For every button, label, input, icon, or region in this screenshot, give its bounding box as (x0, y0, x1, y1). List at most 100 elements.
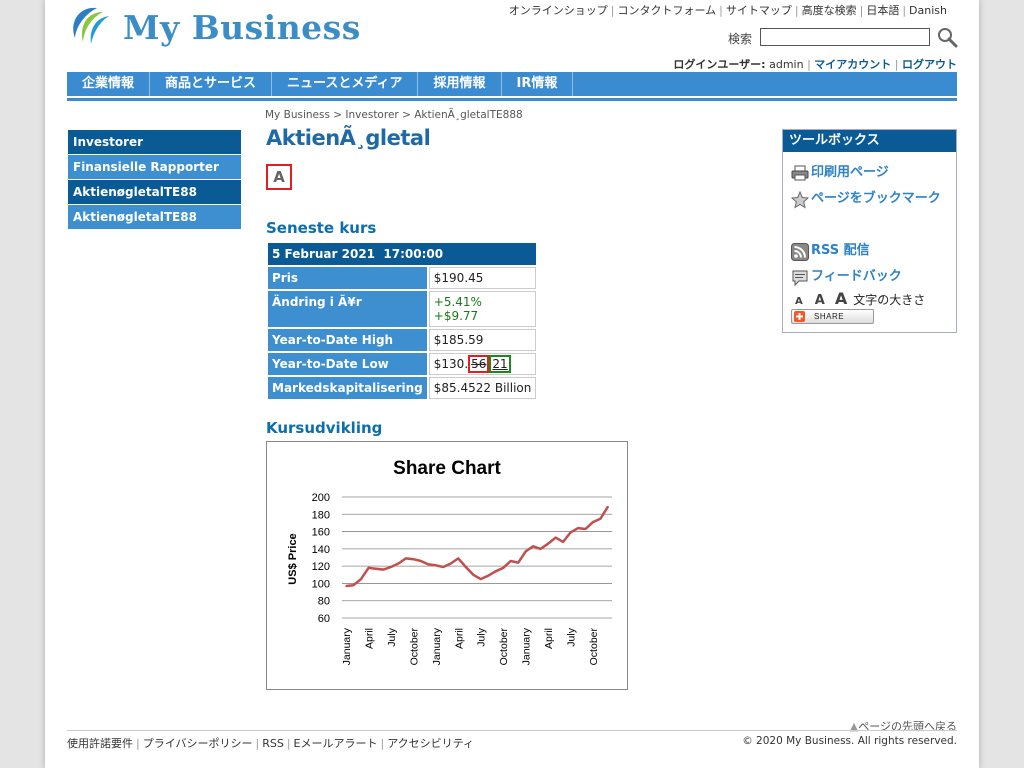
ytd-high-label: Year-to-Date High (268, 329, 427, 351)
utility-nav: オンラインショップ | コンタクトフォーム | サイトマップ | 高度な検索 | 日本語 | Dan… (508, 4, 947, 17)
bookmark-page-link[interactable]: ページをブックマーク (791, 186, 951, 212)
chart-data-point (532, 545, 534, 548)
footer-link-email-alert[interactable]: Eメールアラート (294, 737, 378, 750)
utility-link-online-shop[interactable]: オンラインショップ (509, 4, 608, 17)
ytd-low-value: $130. 56 21 (428, 353, 537, 375)
font-size-large-button[interactable]: A (835, 289, 847, 308)
chart-data-point (569, 531, 572, 534)
font-size-small-button[interactable]: A (795, 296, 803, 307)
chart-data-point (554, 536, 557, 539)
nav-item-products-services[interactable]: 商品とサービス (150, 72, 273, 96)
table-row: Pris $190.45 (268, 267, 537, 289)
price-label: Pris (268, 267, 427, 289)
chart-x-tick-label: July (566, 627, 578, 646)
chart-x-tick-label: January (341, 627, 353, 665)
footer-link-rss[interactable]: RSS (262, 737, 284, 750)
search-label: 検索 (728, 32, 753, 46)
login-bar: ログインユーザー: admin | マイアカウント | ログアウト (673, 58, 957, 71)
chart-data-point (547, 542, 549, 545)
print-page-link[interactable]: 印刷用ページ (791, 160, 889, 186)
toolbox: ツールボックス 印刷用ページ ページをブックマーク RSS 配信 フィードバック… (782, 129, 957, 333)
breadcrumb-investors[interactable]: Investorer (345, 109, 398, 121)
chart-data-point (412, 558, 415, 561)
chart-data-point (502, 567, 504, 569)
breadcrumb-home[interactable]: My Business (265, 109, 330, 121)
footer-divider (67, 730, 957, 731)
sidebar-item-investorer[interactable]: Investorer (68, 130, 241, 154)
breadcrumb-current: AktienÃ¸gletalTE888 (414, 109, 523, 121)
chart-data-point (442, 566, 445, 568)
utility-link-advanced-search[interactable]: 高度な検索 (802, 4, 857, 17)
ytd-low-prefix: $130. (433, 357, 469, 371)
login-username: admin (769, 58, 804, 71)
breadcrumb: My Business > Investorer > AktienÃ¸gleta… (265, 109, 523, 121)
sidebar-item-aktienogletal-2[interactable]: AktienøgletalTE88 (68, 205, 241, 229)
toolbox-title: ツールボックス (783, 130, 956, 152)
back-to-top-label: ページの先頭へ戻る (858, 720, 957, 733)
utility-link-contact-form[interactable]: コンタクトフォーム (618, 4, 717, 17)
footer-link-terms[interactable]: 使用許諾要件 (67, 737, 133, 750)
share-label: SHARE (814, 312, 845, 321)
chart-data-point (577, 527, 579, 529)
logo[interactable] (67, 4, 115, 52)
share-button[interactable]: SHARE (791, 309, 874, 324)
chart-data-point (584, 528, 587, 530)
chart-y-tick-label: 180 (312, 509, 330, 521)
nav-item-ir-info[interactable]: IR情報 (502, 72, 574, 96)
chart-data-point (464, 566, 467, 568)
utility-link-sitemap[interactable]: サイトマップ (726, 4, 792, 17)
chart-data-point (524, 550, 527, 553)
chart-x-tick-label: January (431, 627, 443, 665)
logout-link[interactable]: ログアウト (902, 58, 957, 71)
feedback-link[interactable]: フィードバック (791, 264, 902, 290)
chart-data-point (592, 521, 594, 523)
search-input[interactable] (760, 28, 930, 46)
my-account-link[interactable]: マイアカウント (814, 58, 891, 71)
footer-links: 使用許諾要件 | プライバシーポリシー | RSS | Eメールアラート | アクセシビリティ (67, 737, 475, 750)
chart-data-point (494, 570, 497, 573)
rss-feed-link[interactable]: RSS 配信 (791, 238, 870, 264)
chart-y-tick-label: 60 (318, 613, 330, 625)
price-value: $190.45 (428, 267, 537, 289)
feedback-label: フィードバック (811, 269, 902, 284)
rss-feed-label: RSS 配信 (811, 243, 870, 258)
chart-title: Share Chart (393, 458, 501, 479)
search-button[interactable] (936, 26, 958, 48)
chart-data-point (382, 568, 385, 571)
back-to-top-link[interactable]: ▲ページの先頭へ戻る (850, 718, 957, 734)
chart-y-axis-label: US$ Price (287, 533, 299, 584)
nav-item-careers[interactable]: 採用情報 (418, 72, 502, 96)
main-nav: 企業情報 商品とサービス ニュースとメディア 採用情報 IR情報 (67, 72, 957, 96)
chart-data-point (427, 563, 430, 566)
chart-data-point (487, 574, 490, 577)
chart-x-tick-label: October (588, 628, 600, 666)
utility-link-danish[interactable]: Danish (909, 4, 947, 17)
logo-text: My Business (123, 8, 361, 47)
quote-datetime-row: 5 Februar 2021 17:00:00 (268, 243, 537, 265)
font-size-medium-button[interactable]: A (815, 293, 825, 308)
chart-x-tick-label: January (521, 627, 533, 665)
chart-data-point (562, 541, 564, 543)
table-row: Year-to-Date Low $130. 56 21 (268, 353, 537, 375)
chart-data-point (420, 560, 422, 562)
footer-link-privacy[interactable]: プライバシーポリシー (143, 737, 253, 750)
nav-item-company-info[interactable]: 企業情報 (67, 72, 151, 96)
sidebar-item-aktienogletal-1[interactable]: AktienøgletalTE88 (68, 180, 241, 204)
print-page-label: 印刷用ページ (811, 165, 889, 180)
sidebar-item-finansielle-rapporter[interactable]: Finansielle Rapporter (68, 155, 241, 179)
chart-data-point (345, 585, 347, 587)
chart-x-tick-label: April (543, 628, 555, 649)
footer-link-accessibility[interactable]: アクセシビリティ (387, 737, 474, 750)
utility-link-japanese[interactable]: 日本語 (866, 4, 899, 17)
quote-datetime: 5 Februar 2021 17:00:00 (268, 243, 537, 265)
nav-item-news-media[interactable]: ニュースとメディア (272, 72, 419, 96)
font-size-a-icon[interactable]: A (266, 164, 292, 190)
ytd-low-struck-digits: 56 (468, 355, 490, 373)
chart-data-point (352, 584, 355, 586)
share-chart-heading: Kursudvikling (266, 419, 383, 437)
share-chart-frame: Share Chart US$ Price 60 80 100 120 140 160 18… (266, 441, 628, 690)
change-percent: +5.41% (433, 295, 482, 309)
chart-series-line (345, 505, 610, 588)
quote-table: 5 Februar 2021 17:00:00 Pris $190.45 Änd… (266, 241, 538, 401)
chart-x-tick-label: July (386, 627, 398, 646)
